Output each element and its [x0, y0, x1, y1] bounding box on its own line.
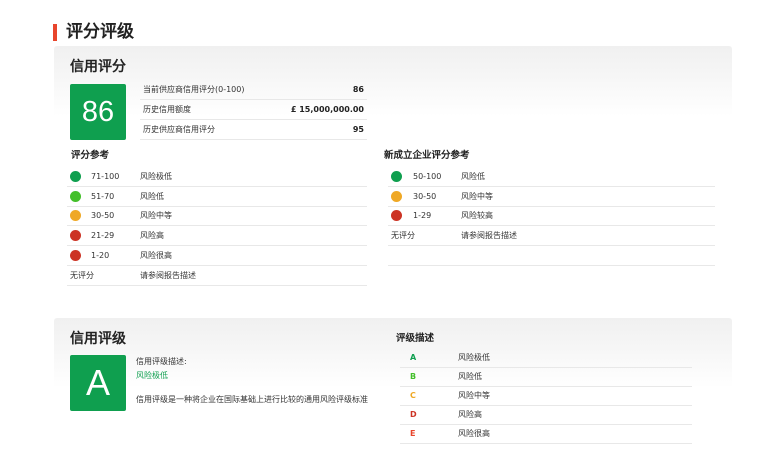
risk-level-dot-icon [70, 250, 81, 261]
new-company-unrated-row: 无评分 请参阅报告描述 [388, 226, 715, 246]
score-range: 30-50 [91, 211, 115, 220]
score-range: 1-29 [413, 211, 432, 220]
risk-level-dot-icon [391, 210, 402, 221]
new-company-reference-row: 1-29 风险较高 [388, 206, 715, 226]
rating-desc-value: 风险极低 [136, 371, 168, 380]
grade-letter: E [410, 429, 416, 438]
grade-letter: C [410, 391, 416, 400]
risk-level-dot-icon [70, 210, 81, 221]
risk-description: 风险极低 [140, 172, 172, 181]
score-info-label: 历史信用额度 [143, 105, 191, 114]
grade-letter: B [410, 372, 417, 381]
score-info-value: 86 [352, 85, 364, 94]
grade-risk-description: 风险中等 [458, 391, 490, 400]
new-company-reference-row: 50-100 风险低 [388, 167, 715, 187]
credit-rating-title: 信用评级 [70, 331, 126, 347]
grade-description-row: D 风险高 [400, 406, 692, 425]
risk-level-dot-icon [70, 230, 81, 241]
score-reference-row: 30-50 风险中等 [67, 206, 367, 226]
score-reference-row: 71-100 风险极低 [67, 167, 367, 187]
score-reference-row: 51-70 风险低 [67, 187, 367, 207]
risk-level-dot-icon [70, 171, 81, 182]
risk-level-dot-icon [391, 171, 402, 182]
risk-description: 风险中等 [140, 211, 172, 220]
score-reference-unrated-row: 无评分 请参阅报告描述 [67, 266, 367, 286]
score-reference-row: 1-20 风险很高 [67, 246, 367, 266]
score-range: 50-100 [413, 172, 442, 181]
grade-description-row: E 风险很高 [400, 425, 692, 444]
risk-description: 风险低 [461, 172, 485, 181]
grade-description-row: B 风险低 [400, 368, 692, 387]
score-info-value: 95 [352, 125, 364, 134]
score-info-row: 历史信用额度 £ 15,000,000.00 [140, 101, 367, 120]
score-range: 21-29 [91, 231, 115, 240]
grade-risk-description: 风险很高 [458, 429, 490, 438]
page-title: 评分评级 [66, 22, 134, 42]
score-reference-title: 评分参考 [71, 150, 110, 161]
grade-risk-description: 风险高 [458, 410, 482, 419]
credit-score-title: 信用评分 [70, 59, 126, 75]
title-accent-bar [53, 24, 57, 41]
grade-description-row: A 风险极低 [400, 349, 692, 368]
grade-risk-description: 风险低 [458, 372, 482, 381]
grade-letter: A [410, 353, 417, 362]
rating-note: 信用评级是一种将企业在国际基础上进行比较的通用风险评级标准 [136, 395, 368, 404]
score-info-row: 历史供应商信用评分 95 [140, 121, 367, 140]
score-range: 51-70 [91, 192, 115, 201]
risk-level-dot-icon [70, 191, 81, 202]
new-company-reference-row: 30-50 风险中等 [388, 187, 715, 207]
risk-description: 风险很高 [140, 251, 172, 260]
risk-description: 风险低 [140, 192, 164, 201]
score-info-label: 当前供应商信用评分(0-100) [143, 85, 245, 94]
rating-desc-label: 信用评级描述: [136, 357, 187, 366]
risk-level-dot-icon [391, 191, 402, 202]
score-reference-row: 21-29 风险高 [67, 226, 367, 246]
grade-description-row: C 风险中等 [400, 387, 692, 406]
grade-letter: D [410, 410, 417, 419]
score-range: 71-100 [91, 172, 120, 181]
risk-description: 风险较高 [461, 211, 493, 220]
grade-risk-description: 风险极低 [458, 353, 490, 362]
score-info-value: £ 15,000,000.00 [290, 105, 364, 114]
grade-description-title: 评级描述 [396, 333, 435, 344]
risk-description: 风险高 [140, 231, 164, 240]
score-info-row: 当前供应商信用评分(0-100) 86 [140, 81, 367, 100]
score-range: 1-20 [91, 251, 110, 260]
empty-row-divider [388, 246, 715, 266]
unrated-description: 请参阅报告描述 [461, 231, 517, 240]
credit-rating-badge: A [70, 355, 126, 411]
credit-score-badge: 86 [70, 84, 126, 140]
unrated-label: 无评分 [391, 231, 415, 240]
score-range: 30-50 [413, 192, 437, 201]
new-company-reference-title: 新成立企业评分参考 [384, 150, 470, 161]
unrated-label: 无评分 [70, 271, 94, 280]
score-info-label: 历史供应商信用评分 [143, 125, 215, 134]
unrated-description: 请参阅报告描述 [140, 271, 196, 280]
risk-description: 风险中等 [461, 192, 493, 201]
